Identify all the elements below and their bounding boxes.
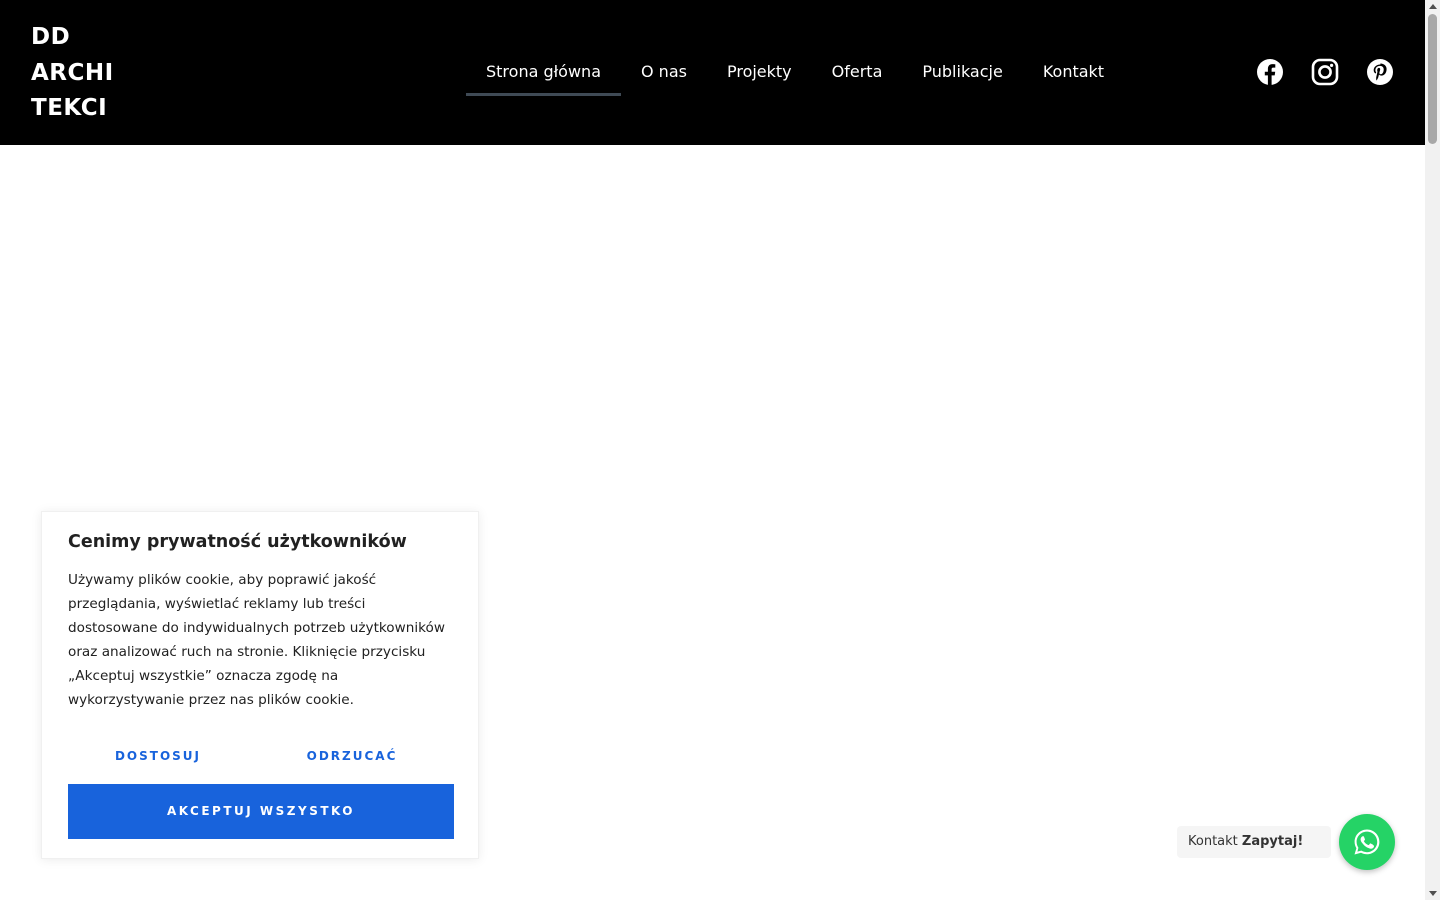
cookie-consent-banner: Cenimy prywatność użytkowników Używamy p…	[41, 511, 479, 859]
nav-item-contact[interactable]: Kontakt	[1023, 48, 1124, 96]
nav-item-about[interactable]: O nas	[621, 48, 707, 96]
customize-button[interactable]: DOSTOSUJ	[98, 744, 218, 768]
logo-line: TEKCI	[31, 95, 108, 121]
cookie-title: Cenimy prywatność użytkowników	[68, 532, 407, 552]
whatsapp-icon	[1354, 829, 1380, 855]
whatsapp-button[interactable]	[1339, 814, 1395, 870]
scroll-thumb[interactable]	[1428, 14, 1437, 144]
nav-item-home[interactable]: Strona główna	[466, 48, 621, 96]
page-scrollbar[interactable]	[1425, 0, 1440, 900]
whatsapp-label-bold: Zapytaj!	[1241, 834, 1304, 849]
pinterest-icon[interactable]	[1366, 58, 1394, 86]
site-header: DD ARCHI TEKCI Strona główna O nas Proje…	[0, 0, 1425, 145]
cookie-description: Używamy plików cookie, aby poprawić jako…	[68, 572, 445, 708]
accept-all-button[interactable]: AKCEPTUJ WSZYSTKO	[68, 784, 454, 839]
main-nav: Strona główna O nas Projekty Oferta Publ…	[466, 48, 1124, 96]
reject-button[interactable]: ODRZUCAĆ	[292, 744, 412, 768]
instagram-icon[interactable]	[1311, 58, 1339, 86]
logo-line: ARCHI	[31, 59, 114, 86]
whatsapp-contact-label[interactable]: Kontakt Zapytaj!	[1177, 826, 1331, 858]
nav-item-publications[interactable]: Publikacje	[902, 48, 1022, 96]
scroll-down-arrow-icon[interactable]	[1429, 891, 1437, 896]
facebook-icon[interactable]	[1256, 58, 1284, 86]
scroll-up-arrow-icon[interactable]	[1429, 4, 1437, 9]
nav-item-projects[interactable]: Projekty	[707, 48, 812, 96]
whatsapp-label-prefix: Kontakt	[1188, 834, 1238, 849]
logo-line: DD	[31, 24, 71, 50]
nav-item-offer[interactable]: Oferta	[812, 48, 903, 96]
site-logo[interactable]: DD ARCHI TEKCI	[31, 20, 141, 127]
